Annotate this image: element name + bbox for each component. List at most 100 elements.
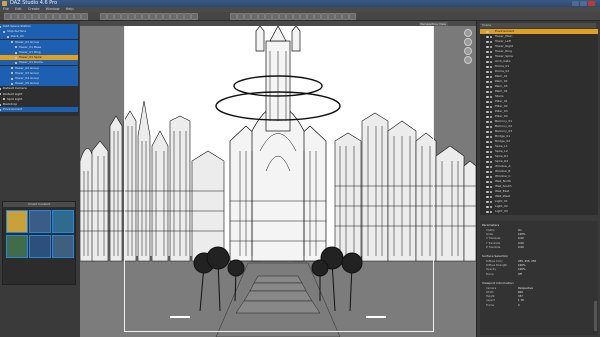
- toolbar-tool-icon[interactable]: [272, 13, 279, 20]
- visibility-eye-icon[interactable]: [486, 105, 489, 108]
- minimize-button[interactable]: [572, 1, 579, 6]
- lock-icon[interactable]: [490, 45, 492, 48]
- orbit-icon[interactable]: [464, 29, 472, 37]
- side-tab[interactable]: [594, 301, 597, 331]
- scene-list-row[interactable]: Light_03: [480, 209, 598, 214]
- lock-icon[interactable]: [490, 155, 492, 158]
- visibility-eye-icon[interactable]: [486, 185, 489, 188]
- lock-icon[interactable]: [490, 75, 492, 78]
- visibility-eye-icon[interactable]: [486, 60, 489, 63]
- visibility-eye-icon[interactable]: [486, 85, 489, 88]
- content-thumbnail[interactable]: [6, 210, 28, 233]
- expand-arrow-icon[interactable]: [11, 41, 13, 44]
- toolbar-tool-icon[interactable]: [191, 13, 198, 20]
- visibility-eye-icon[interactable]: [486, 205, 489, 208]
- visibility-eye-icon[interactable]: [486, 195, 489, 198]
- expand-arrow-icon[interactable]: [3, 30, 5, 33]
- toolbar-tool-icon[interactable]: [184, 13, 191, 20]
- menu-file[interactable]: File: [3, 7, 9, 11]
- expand-arrow-icon[interactable]: [7, 35, 9, 38]
- toolbar-tool-icon[interactable]: [25, 13, 32, 20]
- property-row[interactable]: Z Translate 0.00: [486, 246, 594, 250]
- zoom-icon[interactable]: [464, 47, 472, 55]
- toolbar-tool-icon[interactable]: [121, 13, 128, 20]
- toolbar-tool-icon[interactable]: [321, 13, 328, 20]
- visibility-eye-icon[interactable]: [486, 80, 489, 83]
- lock-icon[interactable]: [490, 35, 492, 38]
- close-button[interactable]: [588, 1, 595, 6]
- lock-icon[interactable]: [490, 70, 492, 73]
- toolbar-tool-icon[interactable]: [244, 13, 251, 20]
- toolbar-tool-icon[interactable]: [170, 13, 177, 20]
- lock-icon[interactable]: [490, 135, 492, 138]
- expand-arrow-icon[interactable]: [0, 25, 1, 28]
- lock-icon[interactable]: [490, 55, 492, 58]
- expand-arrow-icon[interactable]: [0, 93, 1, 96]
- visibility-eye-icon[interactable]: [486, 200, 489, 203]
- property-value[interactable]: Off: [518, 273, 522, 277]
- toolbar-tool-icon[interactable]: [265, 13, 272, 20]
- maximize-button[interactable]: [580, 1, 587, 6]
- visibility-eye-icon[interactable]: [486, 160, 489, 163]
- visibility-eye-icon[interactable]: [486, 70, 489, 73]
- toolbar-tool-icon[interactable]: [100, 13, 107, 20]
- toolbar-tool-icon[interactable]: [237, 13, 244, 20]
- visibility-eye-icon[interactable]: [486, 190, 489, 193]
- visibility-eye-icon[interactable]: [486, 145, 489, 148]
- lock-icon[interactable]: [490, 90, 492, 93]
- lock-icon[interactable]: [490, 100, 492, 103]
- lock-icon[interactable]: [490, 110, 492, 113]
- lock-icon[interactable]: [490, 80, 492, 83]
- toolbar-tool-icon[interactable]: [46, 13, 53, 20]
- lock-icon[interactable]: [490, 130, 492, 133]
- tree-node[interactable]: Environment: [0, 107, 78, 113]
- toolbar-tool-icon[interactable]: [293, 13, 300, 20]
- expand-arrow-icon[interactable]: [15, 61, 17, 64]
- content-thumbnail[interactable]: [52, 210, 74, 233]
- menu-window[interactable]: Window: [46, 7, 60, 11]
- toolbar-tool-icon[interactable]: [114, 13, 121, 20]
- toolbar-tool-icon[interactable]: [4, 13, 11, 20]
- viewport[interactable]: Perspective View: [80, 21, 476, 337]
- lock-icon[interactable]: [490, 140, 492, 143]
- menu-help[interactable]: Help: [66, 7, 74, 11]
- visibility-eye-icon[interactable]: [486, 55, 489, 58]
- visibility-eye-icon[interactable]: [486, 100, 489, 103]
- toolbar-tool-icon[interactable]: [230, 13, 237, 20]
- menu-edit[interactable]: Edit: [15, 7, 22, 11]
- toolbar-tool-icon[interactable]: [39, 13, 46, 20]
- visibility-eye-icon[interactable]: [486, 90, 489, 93]
- toolbar-tool-icon[interactable]: [314, 13, 321, 20]
- visibility-eye-icon[interactable]: [486, 125, 489, 128]
- toolbar-tool-icon[interactable]: [251, 13, 258, 20]
- toolbar-tool-icon[interactable]: [177, 13, 184, 20]
- toolbar-tool-icon[interactable]: [128, 13, 135, 20]
- property-row[interactable]: Frame 0: [486, 304, 594, 308]
- lock-icon[interactable]: [490, 125, 492, 128]
- toolbar-tool-icon[interactable]: [258, 13, 265, 20]
- visibility-eye-icon[interactable]: [486, 30, 489, 33]
- lock-icon[interactable]: [490, 185, 492, 188]
- toolbar-tool-icon[interactable]: [53, 13, 60, 20]
- property-value[interactable]: 0: [518, 304, 520, 308]
- lock-icon[interactable]: [490, 145, 492, 148]
- expand-arrow-icon[interactable]: [11, 77, 13, 80]
- lock-icon[interactable]: [490, 115, 492, 118]
- expand-arrow-icon[interactable]: [0, 87, 1, 90]
- expand-arrow-icon[interactable]: [0, 103, 1, 106]
- lock-icon[interactable]: [490, 200, 492, 203]
- toolbar-tool-icon[interactable]: [11, 13, 18, 20]
- content-thumbnail[interactable]: [52, 235, 74, 258]
- toolbar-tool-icon[interactable]: [18, 13, 25, 20]
- toolbar-tool-icon[interactable]: [60, 13, 67, 20]
- lock-icon[interactable]: [490, 40, 492, 43]
- lock-icon[interactable]: [490, 190, 492, 193]
- toolbar-tool-icon[interactable]: [67, 13, 74, 20]
- visibility-eye-icon[interactable]: [486, 50, 489, 53]
- lock-icon[interactable]: [490, 65, 492, 68]
- property-row[interactable]: Bump Off: [486, 273, 594, 277]
- visibility-eye-icon[interactable]: [486, 120, 489, 123]
- toolbar-tool-icon[interactable]: [74, 13, 81, 20]
- camera-dropdown[interactable]: Perspective View: [418, 21, 448, 26]
- lock-icon[interactable]: [490, 30, 492, 33]
